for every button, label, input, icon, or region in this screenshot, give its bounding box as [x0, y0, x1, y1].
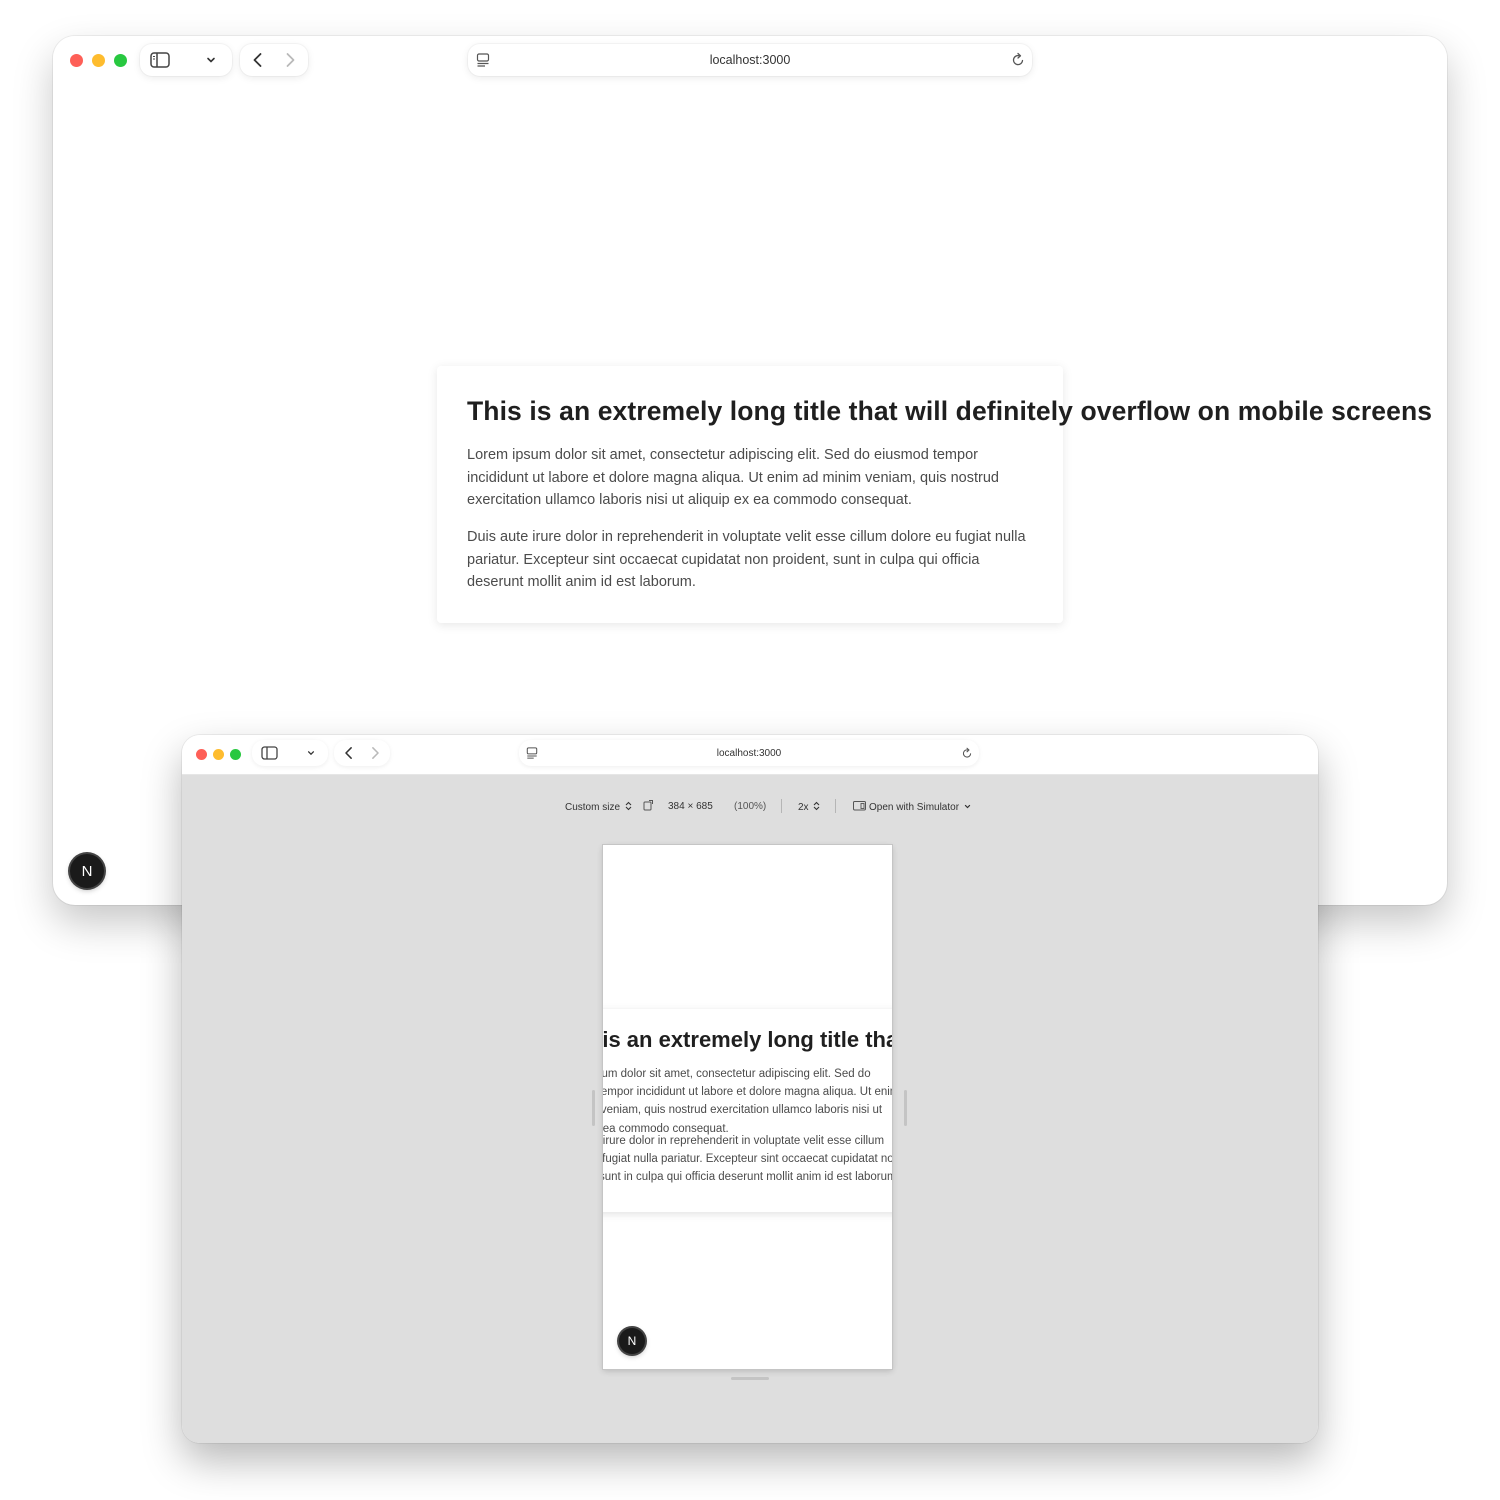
traffic-lights: [70, 54, 127, 67]
minimize-button[interactable]: [92, 54, 105, 67]
simulator-icon: [853, 801, 866, 811]
device-viewport: This is an extremely long title that wil…: [603, 845, 892, 1369]
nav-group: [240, 44, 308, 76]
forward-arrow-icon[interactable]: [369, 746, 381, 760]
reload-icon[interactable]: [961, 747, 973, 759]
card-title: This is an extremely long title that wil…: [467, 396, 1433, 426]
sidebar-icon[interactable]: [150, 52, 170, 68]
minimize-button[interactable]: [213, 749, 224, 760]
chevron-down-icon[interactable]: [206, 55, 216, 65]
resize-handle-left[interactable]: [592, 1090, 595, 1126]
forward-arrow-icon[interactable]: [283, 52, 297, 68]
zoom-level: (100%): [734, 801, 767, 812]
address-bar[interactable]: localhost:3000: [519, 740, 979, 766]
toolbar: localhost:3000: [182, 735, 1318, 775]
divider: [835, 799, 836, 813]
divider: [781, 799, 782, 813]
sidebar-group: [140, 44, 232, 76]
stepper-icon: [813, 801, 820, 811]
address-bar[interactable]: localhost:3000: [468, 44, 1032, 76]
simulator-label: Open with Simulator: [869, 802, 960, 813]
url-text: localhost:3000: [709, 53, 791, 67]
rotate-icon[interactable]: [643, 799, 654, 814]
content-card: This is an extremely long title that wil…: [603, 1009, 892, 1212]
browser-window-responsive: localhost:3000 Custom size 384 × 685 (10…: [182, 735, 1318, 1443]
reload-icon[interactable]: [1011, 52, 1025, 67]
nav-group: [334, 740, 390, 766]
back-arrow-icon[interactable]: [343, 746, 355, 760]
responsive-toolbar: Custom size 384 × 685 (100%) 2x Open wit…: [182, 799, 1318, 815]
nextjs-devtools-badge[interactable]: N: [619, 1328, 645, 1354]
card-paragraph: Duis aute irure dolor in reprehenderit i…: [467, 529, 1026, 590]
resize-handle-bottom[interactable]: [731, 1377, 769, 1380]
sidebar-group: [252, 740, 328, 766]
open-simulator-button[interactable]: Open with Simulator: [853, 801, 971, 813]
pixel-ratio-label: 2x: [798, 802, 809, 813]
card-paragraph: Lorem ipsum dolor sit amet, consectetur …: [603, 1068, 892, 1135]
chevron-down-icon[interactable]: [307, 749, 315, 757]
close-button[interactable]: [196, 749, 207, 760]
responsive-design-area: Custom size 384 × 685 (100%) 2x Open wit…: [182, 775, 1318, 1443]
back-arrow-icon[interactable]: [251, 52, 265, 68]
toolbar: localhost:3000: [53, 36, 1447, 96]
close-button[interactable]: [70, 54, 83, 67]
chevron-down-icon: [964, 804, 970, 809]
nextjs-devtools-badge[interactable]: N: [70, 854, 104, 888]
traffic-lights: [196, 749, 241, 760]
card-title: This is an extremely long title that wil…: [603, 1027, 892, 1052]
device-select[interactable]: Custom size: [565, 801, 632, 813]
pixel-ratio-select[interactable]: 2x: [798, 801, 820, 813]
zoom-button[interactable]: [230, 749, 241, 760]
resize-handle-right[interactable]: [904, 1090, 907, 1126]
sidebar-icon[interactable]: [261, 746, 278, 760]
stepper-icon: [625, 801, 632, 811]
card-paragraph: Lorem ipsum dolor sit amet, consectetur …: [467, 447, 999, 508]
url-text: localhost:3000: [716, 748, 782, 759]
content-card: This is an extremely long title that wil…: [437, 366, 1432, 623]
device-label: Custom size: [565, 802, 621, 813]
viewport-dimensions[interactable]: 384 × 685: [668, 801, 713, 812]
card-paragraph: Duis aute irure dolor in reprehenderit i…: [603, 1135, 892, 1184]
zoom-button[interactable]: [114, 54, 127, 67]
